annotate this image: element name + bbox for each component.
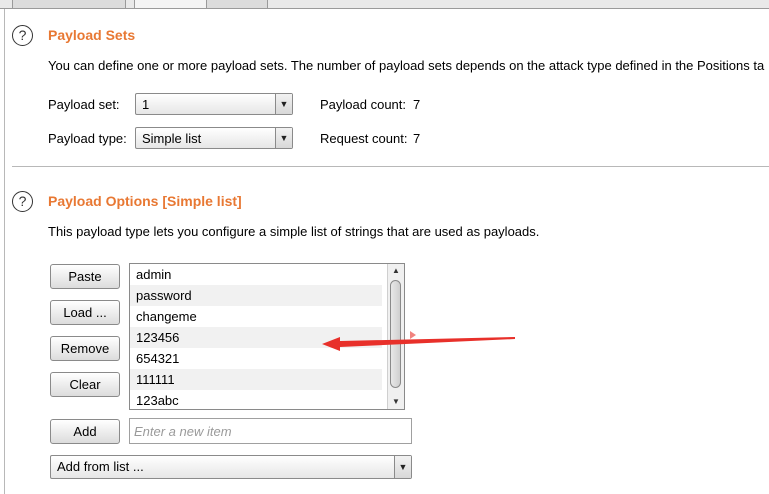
payload-sets-title: Payload Sets — [48, 27, 136, 43]
request-count-label: Request count: — [320, 131, 408, 146]
scroll-up-icon[interactable]: ▲ — [388, 264, 404, 278]
payload-sets-description: You can define one or more payload sets.… — [48, 58, 765, 73]
tab-payloads[interactable] — [134, 0, 208, 8]
payload-set-value: 1 — [142, 97, 150, 112]
payload-count-value: 7 — [413, 97, 421, 112]
tab-positions[interactable] — [12, 0, 126, 8]
load-button[interactable]: Load ... — [50, 300, 120, 325]
list-item[interactable]: admin — [130, 264, 382, 285]
add-button[interactable]: Add — [50, 419, 120, 444]
new-item-input[interactable] — [129, 418, 412, 444]
paste-button[interactable]: Paste — [50, 264, 120, 289]
tab-options[interactable] — [206, 0, 268, 8]
payload-options-description: This payload type lets you configure a s… — [48, 224, 540, 239]
payload-type-label: Payload type: — [48, 131, 127, 146]
scroll-down-icon[interactable]: ▼ — [388, 395, 404, 409]
section-divider — [12, 166, 769, 167]
chevron-down-icon: ▼ — [275, 94, 292, 114]
help-icon[interactable]: ? — [12, 191, 33, 212]
request-count-value: 7 — [413, 131, 421, 146]
remove-button[interactable]: Remove — [50, 336, 120, 361]
chevron-down-icon: ▼ — [275, 128, 292, 148]
chevron-down-icon: ▼ — [394, 456, 411, 478]
help-icon[interactable]: ? — [12, 25, 33, 46]
payload-set-label: Payload set: — [48, 97, 120, 112]
payload-type-select[interactable]: Simple list ▼ — [135, 127, 293, 149]
clear-button[interactable]: Clear — [50, 372, 120, 397]
list-item[interactable]: password — [130, 285, 382, 306]
tab-strip — [0, 0, 769, 9]
payload-set-select[interactable]: 1 ▼ — [135, 93, 293, 115]
list-item[interactable]: 111111 — [130, 369, 382, 390]
payload-count-label: Payload count: — [320, 97, 407, 112]
payload-type-value: Simple list — [142, 131, 202, 146]
list-item[interactable]: 123abc — [130, 390, 382, 409]
annotation-arrow — [322, 331, 515, 351]
add-from-list-select[interactable]: Add from list ... ▼ — [50, 455, 412, 479]
panel-border — [4, 9, 5, 494]
add-from-list-value: Add from list ... — [57, 459, 144, 474]
payload-options-title: Payload Options [Simple list] — [48, 193, 242, 209]
